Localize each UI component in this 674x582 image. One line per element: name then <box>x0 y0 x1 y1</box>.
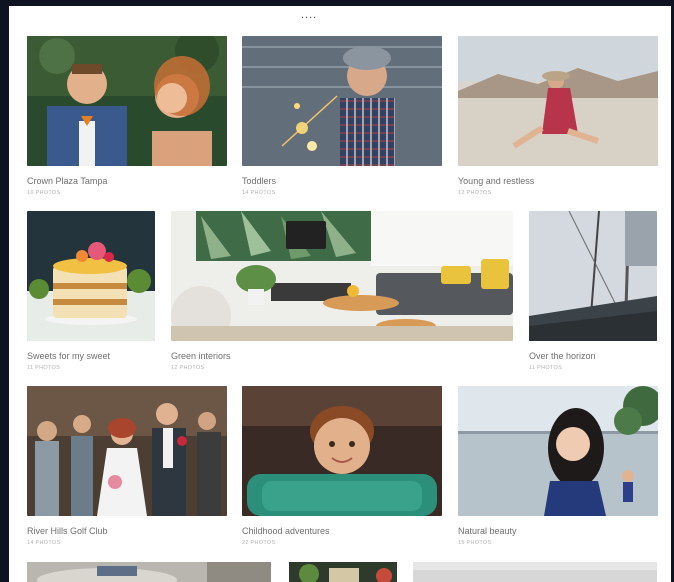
album-card-over-the-horizon[interactable]: Over the horizon 11 PHOTOS <box>529 211 657 376</box>
album-photo-count: 15 PHOTOS <box>458 540 492 546</box>
album-thumbnail[interactable] <box>27 211 155 341</box>
album-thumbnail[interactable] <box>171 211 513 341</box>
album-photo-count: 16 PHOTOS <box>27 190 61 196</box>
album-thumbnail[interactable] <box>529 211 657 341</box>
album-photo-count: 12 PHOTOS <box>458 190 492 196</box>
album-title[interactable]: Sweets for my sweet <box>27 351 110 361</box>
album-thumbnail[interactable] <box>458 386 658 516</box>
album-card-natural-beauty[interactable]: Natural beauty 15 PHOTOS <box>458 386 658 551</box>
album-photo-count: 14 PHOTOS <box>242 190 276 196</box>
album-thumbnail[interactable] <box>242 36 442 166</box>
album-card-river-hills[interactable]: River Hills Golf Club 14 PHOTOS <box>27 386 227 551</box>
album-card-green-interiors[interactable]: Green interiors 12 PHOTOS <box>171 211 513 376</box>
album-title[interactable]: Crown Plaza Tampa <box>27 176 107 186</box>
page-title: .... <box>301 9 318 21</box>
gallery-page: .... Crown Plaza Tampa 16 PHOTOS Toddler… <box>9 0 671 582</box>
album-card-crown-plaza[interactable]: Crown Plaza Tampa 16 PHOTOS <box>27 36 227 201</box>
album-thumbnail[interactable] <box>27 36 227 166</box>
album-card-young-and-restless[interactable]: Young and restless 12 PHOTOS <box>458 36 658 201</box>
album-card-toddlers[interactable]: Toddlers 14 PHOTOS <box>242 36 442 201</box>
album-title[interactable]: Toddlers <box>242 176 276 186</box>
album-title[interactable]: Young and restless <box>458 176 534 186</box>
album-thumbnail[interactable] <box>27 386 227 516</box>
album-photo-count: 12 PHOTOS <box>171 365 205 371</box>
album-photo-count: 11 PHOTOS <box>529 365 563 371</box>
album-photo-count: 22 PHOTOS <box>242 540 276 546</box>
page-title-cropped: .... <box>301 6 381 21</box>
album-title[interactable]: River Hills Golf Club <box>27 526 108 536</box>
album-photo-count: 11 PHOTOS <box>27 365 61 371</box>
album-title[interactable]: Childhood adventures <box>242 526 330 536</box>
album-title[interactable]: Natural beauty <box>458 526 517 536</box>
album-card-sweets[interactable]: Sweets for my sweet 11 PHOTOS <box>27 211 155 376</box>
album-title[interactable]: Green interiors <box>171 351 231 361</box>
album-thumbnail-partial[interactable] <box>27 562 271 582</box>
album-photo-count: 14 PHOTOS <box>27 540 61 546</box>
album-title[interactable]: Over the horizon <box>529 351 596 361</box>
album-thumbnail-partial[interactable] <box>289 562 397 582</box>
album-thumbnail[interactable] <box>242 386 442 516</box>
album-card-childhood-adventures[interactable]: Childhood adventures 22 PHOTOS <box>242 386 442 551</box>
album-thumbnail-partial[interactable] <box>413 562 657 582</box>
album-thumbnail[interactable] <box>458 36 658 166</box>
